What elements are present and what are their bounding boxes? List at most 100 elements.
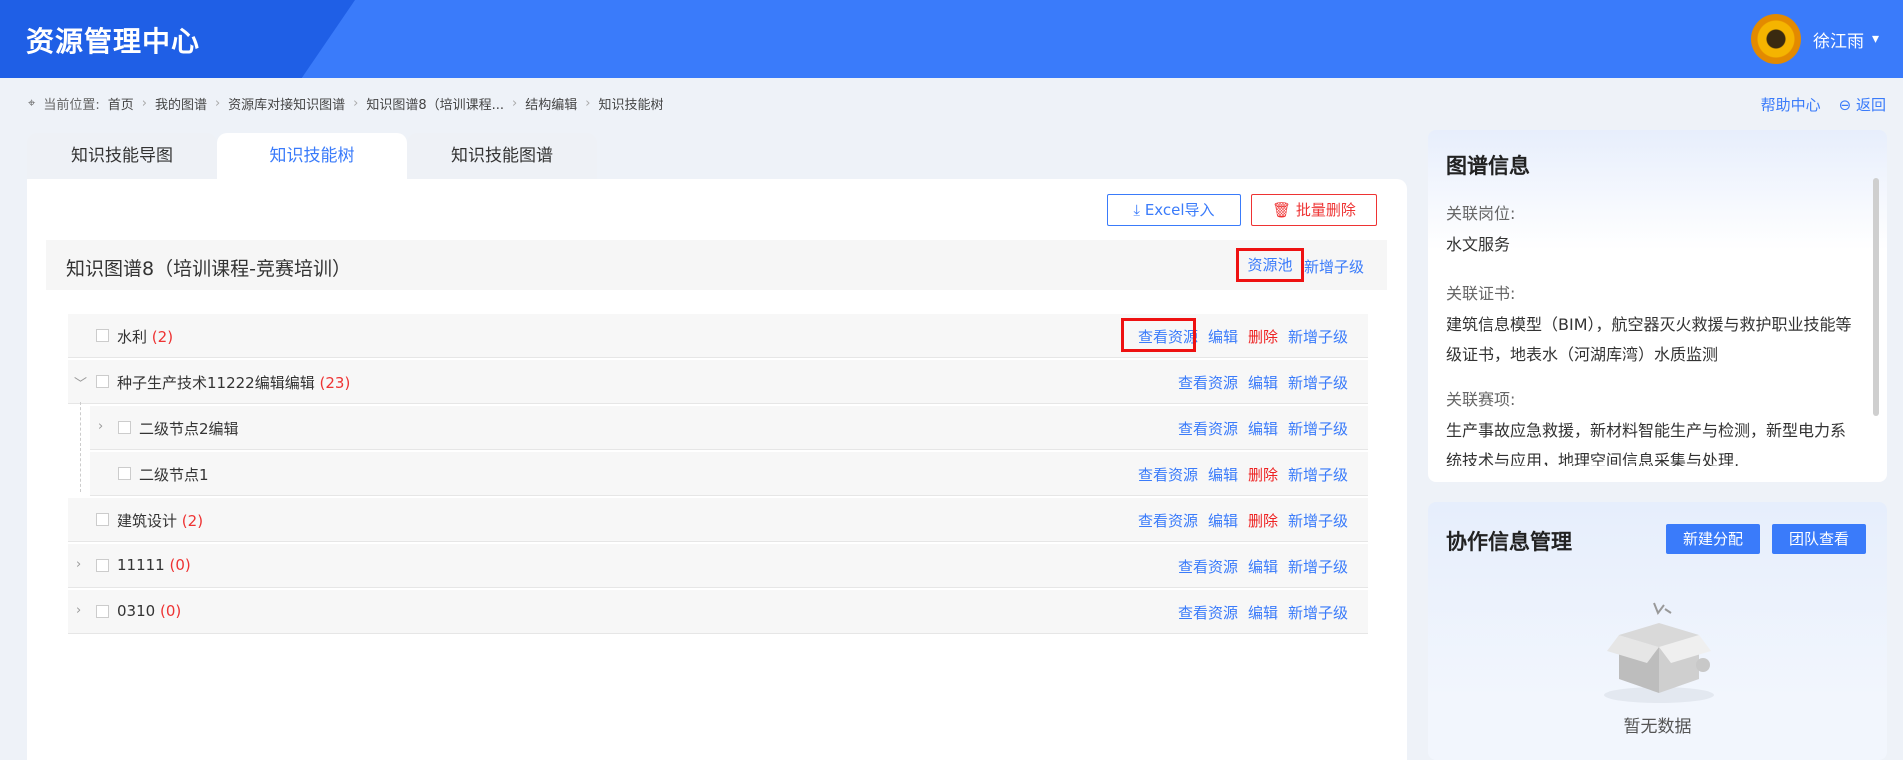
add-child-link[interactable]: 新增子级 [1288, 372, 1348, 393]
cert-value: 建筑信息模型（BIM），航空器灭火救援与救护职业技能等级证书，地表水（河湖库湾）… [1446, 315, 1852, 364]
row-actions: 查看资源 编辑 新增子级 [1178, 418, 1348, 439]
row-actions: 查看资源 编辑 新增子级 [1178, 372, 1348, 393]
tab-skill-graph[interactable]: 知识技能图谱 [407, 133, 597, 179]
batch-delete-label: 批量删除 [1295, 201, 1356, 219]
row-label: 0310 (0) [117, 602, 181, 620]
avatar[interactable] [1750, 14, 1801, 64]
view-resource-link[interactable]: 查看资源 [1138, 464, 1198, 485]
view-resource-link[interactable]: 查看资源 [1178, 418, 1238, 439]
user-menu[interactable]: 徐江雨 ▾ [1750, 14, 1879, 64]
row-count: (0) [159, 602, 182, 620]
breadcrumb-item-resource-graph[interactable]: 资源库对接知识图谱 [228, 94, 345, 113]
tree-row: › 二级节点2编辑 查看资源 编辑 新增子级 [90, 406, 1368, 450]
post-value: 水文服务 [1446, 235, 1511, 254]
event-value: 生产事故应急救援，新材料智能生产与检测，新型电力系统技术与应用，地理空间信息采集… [1446, 421, 1847, 466]
collab-title: 协作信息管理 [1446, 530, 1572, 554]
tab-skill-tree[interactable]: 知识技能树 [217, 133, 407, 179]
row-label: 11111 (0) [117, 556, 191, 574]
view-resource-link[interactable]: 查看资源 [1178, 602, 1238, 623]
app-title: 资源管理中心 [26, 25, 201, 58]
location-icon: ⌖ [28, 96, 36, 111]
row-actions: 查看资源 编辑 新增子级 [1178, 602, 1348, 623]
row-text: 建筑设计 [117, 512, 178, 530]
row-checkbox[interactable] [118, 467, 131, 480]
row-count: (0) [169, 556, 191, 574]
tree-row: ﹀ 种子生产技术11222编辑编辑 (23) 查看资源 编辑 新增子级 [68, 360, 1368, 404]
resource-pool-link[interactable]: 资源池 [1236, 248, 1304, 282]
row-text: 种子生产技术11222编辑编辑 [117, 374, 315, 392]
excel-import-label: Excel导入 [1144, 201, 1215, 219]
tree-row: 建筑设计 (2) 查看资源 编辑 删除 新增子级 [68, 498, 1368, 542]
row-checkbox[interactable] [96, 329, 109, 342]
row-checkbox[interactable] [96, 375, 109, 388]
event-label: 关联赛项: [1446, 390, 1516, 409]
row-text: 11111 [117, 556, 165, 574]
breadcrumb-item-home[interactable]: 首页 [108, 94, 134, 113]
post-label: 关联岗位: [1446, 204, 1516, 223]
back-label[interactable]: 返回 [1856, 96, 1886, 114]
breadcrumb-item-my-graphs[interactable]: 我的图谱 [155, 94, 207, 113]
back-icon: ⊖ [1838, 96, 1856, 114]
edit-link[interactable]: 编辑 [1208, 464, 1238, 485]
add-child-link[interactable]: 新增子级 [1288, 418, 1348, 439]
edit-link[interactable]: 编辑 [1248, 556, 1278, 577]
delete-link[interactable]: 删除 [1248, 510, 1278, 531]
edit-link[interactable]: 编辑 [1208, 510, 1238, 531]
row-label: 二级节点2编辑 [139, 418, 239, 439]
chevron-down-icon[interactable]: ﹀ [74, 373, 87, 392]
add-child-link[interactable]: 新增子级 [1288, 464, 1348, 485]
edit-link[interactable]: 编辑 [1248, 372, 1278, 393]
tree-row: 二级节点1 查看资源 编辑 删除 新增子级 [90, 452, 1368, 496]
chevron-right-icon[interactable]: › [76, 603, 81, 618]
add-child-link[interactable]: 新增子级 [1288, 326, 1348, 347]
tree-row: › 0310 (0) 查看资源 编辑 新增子级 [68, 590, 1368, 634]
view-resource-link[interactable]: 查看资源 [1178, 372, 1238, 393]
add-child-link[interactable]: 新增子级 [1288, 556, 1348, 577]
add-child-link[interactable]: 新增子级 [1288, 602, 1348, 623]
row-label: 二级节点1 [139, 464, 209, 485]
post-section: 关联岗位: 水文服务 [1446, 200, 1861, 260]
breadcrumb: ⌖ 当前位置: 首页 › 我的图谱 › 资源库对接知识图谱 › 知识图谱8（培训… [28, 94, 663, 113]
row-text: 二级节点2编辑 [139, 420, 239, 438]
excel-import-button[interactable]: ⤓ Excel导入 [1107, 194, 1241, 226]
row-checkbox[interactable] [96, 513, 109, 526]
row-text: 二级节点1 [139, 466, 209, 484]
graph-info-panel: 图谱信息 关联岗位: 水文服务 关联证书: 建筑信息模型（BIM），航空器灭火救… [1428, 130, 1887, 482]
user-name[interactable]: 徐江雨 [1813, 27, 1864, 52]
highlight-box [1121, 318, 1196, 352]
edit-link[interactable]: 编辑 [1248, 418, 1278, 439]
add-child-link[interactable]: 新增子级 [1288, 510, 1348, 531]
breadcrumb-item-structure-edit[interactable]: 结构编辑 [525, 94, 577, 113]
collab-panel: 协作信息管理 新建分配 团队查看 暂无数据 [1428, 502, 1887, 760]
view-resource-link[interactable]: 查看资源 [1178, 556, 1238, 577]
row-checkbox[interactable] [118, 421, 131, 434]
graph-info-title: 图谱信息 [1446, 154, 1530, 178]
row-label: 建筑设计 (2) [117, 510, 203, 531]
row-count: (23) [319, 374, 351, 392]
back-link[interactable]: ⊖ 返回 [1839, 94, 1886, 115]
team-view-button[interactable]: 团队查看 [1772, 524, 1866, 554]
tree-title: 知识图谱8（培训课程-竞赛培训） [66, 258, 351, 280]
delete-link[interactable]: 删除 [1248, 464, 1278, 485]
chevron-right-icon: › [214, 96, 221, 111]
edit-link[interactable]: 编辑 [1248, 602, 1278, 623]
add-child-root-link[interactable]: 新增子级 [1304, 256, 1364, 277]
edit-link[interactable]: 编辑 [1208, 326, 1238, 347]
breadcrumb-item-graph8[interactable]: 知识图谱8（培训课程... [366, 94, 504, 113]
chevron-right-icon: › [585, 96, 591, 111]
tab-bar: 知识技能导图 知识技能树 知识技能图谱 [27, 133, 597, 179]
delete-link[interactable]: 删除 [1248, 326, 1278, 347]
help-center-link[interactable]: 帮助中心 [1761, 94, 1821, 115]
row-label: 水利 (2) [117, 326, 173, 347]
chevron-right-icon[interactable]: › [76, 557, 81, 572]
row-checkbox[interactable] [96, 605, 109, 618]
chevron-right-icon[interactable]: › [98, 419, 103, 434]
view-resource-link[interactable]: 查看资源 [1138, 510, 1198, 531]
row-text: 0310 [117, 602, 156, 620]
batch-delete-button[interactable]: 🗑 批量删除 [1251, 194, 1377, 226]
row-checkbox[interactable] [96, 559, 109, 572]
scrollbar[interactable] [1873, 178, 1879, 416]
chevron-down-icon[interactable]: ▾ [1872, 31, 1879, 47]
new-assign-button[interactable]: 新建分配 [1666, 524, 1760, 554]
tab-mind-map[interactable]: 知识技能导图 [27, 133, 217, 179]
